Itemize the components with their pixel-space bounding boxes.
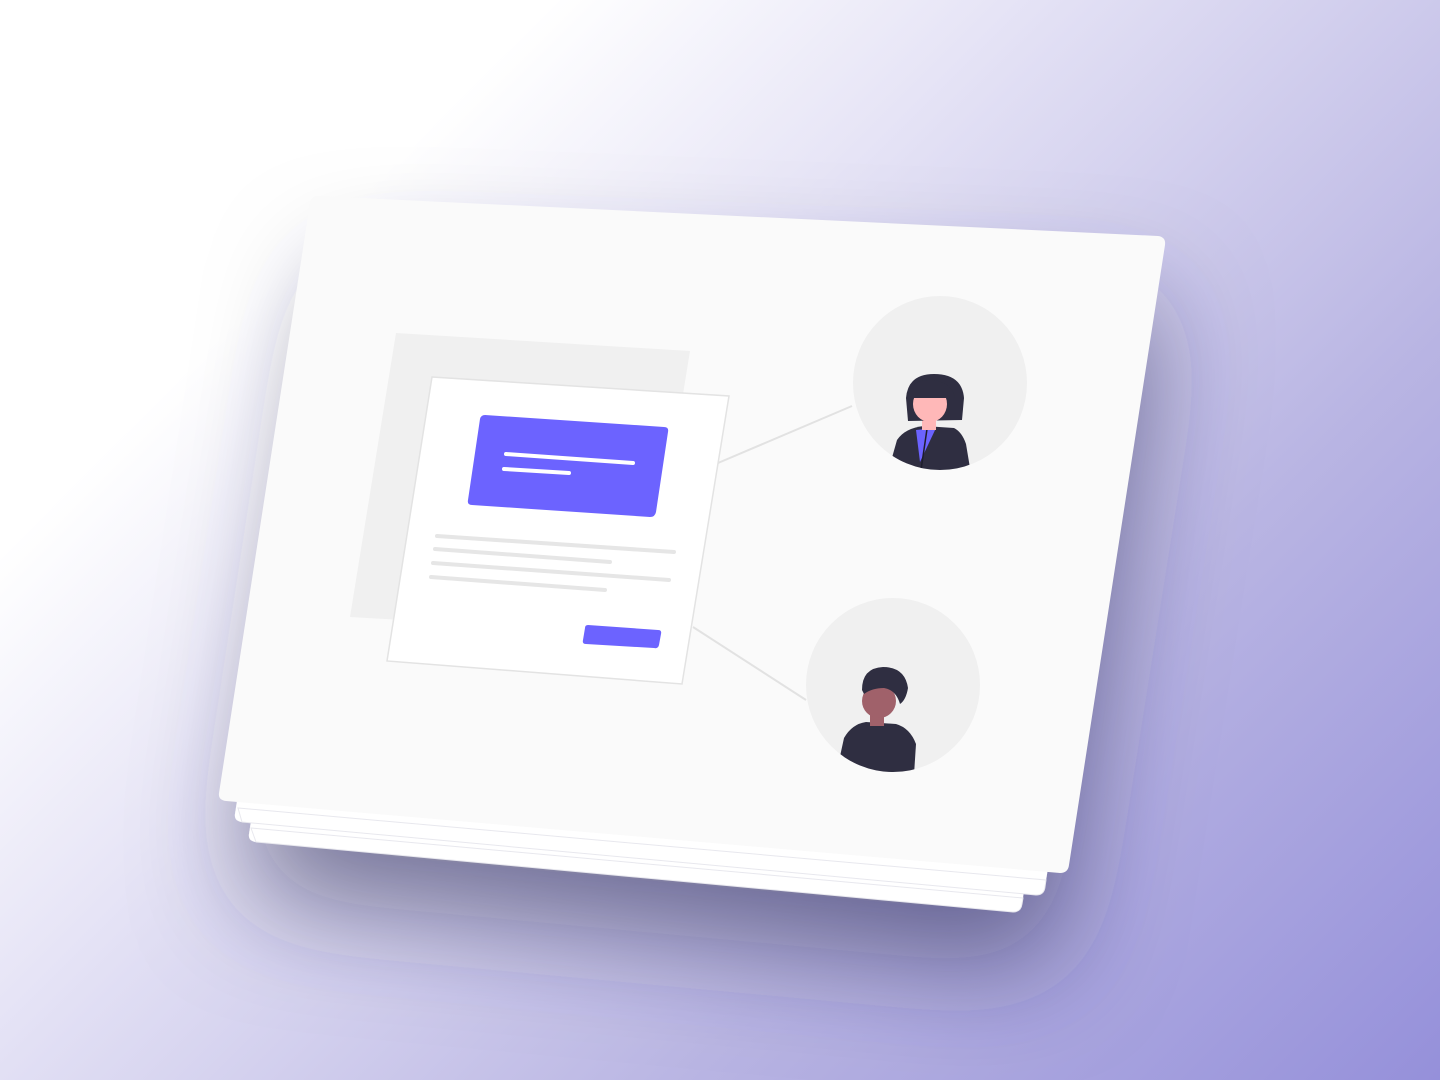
document-icon [386, 376, 730, 685]
document-header-banner [467, 415, 669, 517]
illustration-canvas [218, 196, 1166, 913]
